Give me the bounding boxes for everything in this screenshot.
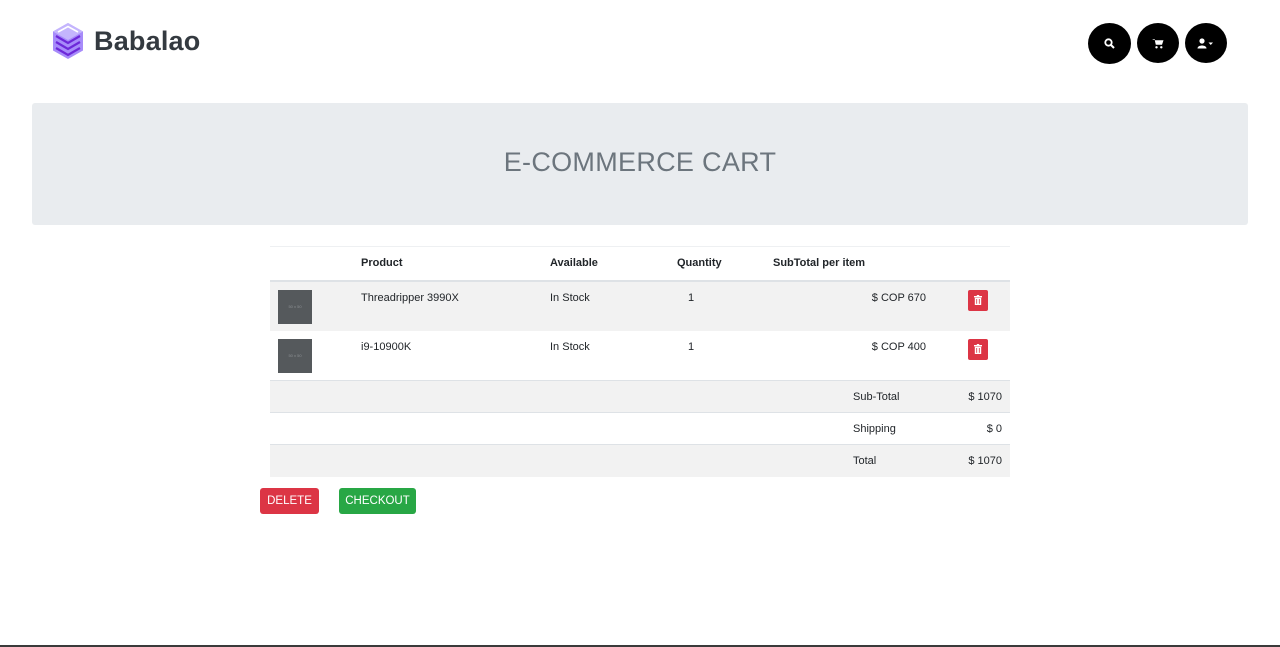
search-icon — [1104, 38, 1115, 49]
table-header-row: Product Available Quantity SubTotal per … — [270, 246, 1010, 281]
availability: In Stock — [550, 291, 590, 304]
product-thumbnail: 50 x 50 — [278, 338, 312, 373]
search-button[interactable] — [1088, 23, 1131, 64]
remove-item-button[interactable] — [968, 338, 988, 360]
total-value: $ 1070 — [968, 454, 1002, 467]
cart-actions: DELETE CHECKOUT — [260, 488, 416, 514]
subtotal-value: $ 1070 — [968, 390, 1002, 403]
table-row: 50 x 50 Threadripper 3990X In Stock 1 $ … — [270, 280, 1010, 331]
cart-table: Product Available Quantity SubTotal per … — [270, 246, 1010, 477]
header-available: Available — [550, 257, 598, 270]
shipping-label: Shipping — [853, 422, 896, 435]
shipping-row: Shipping $ 0 — [270, 412, 1010, 445]
quantity: 1 — [688, 340, 695, 353]
brand-logo-icon — [53, 23, 83, 59]
total-row: Total $ 1070 — [270, 444, 1010, 477]
item-subtotal: $ COP 400 — [871, 340, 926, 353]
quantity: 1 — [688, 291, 695, 304]
remove-item-button[interactable] — [968, 289, 988, 311]
shipping-value: $ 0 — [986, 422, 1002, 435]
item-subtotal: $ COP 670 — [871, 291, 926, 304]
header-action — [926, 247, 1010, 281]
navbar: Babalao — [0, 0, 1280, 85]
user-menu-button[interactable] — [1185, 23, 1227, 63]
subtotal-label: Sub-Total — [853, 390, 900, 403]
header-subtotal: SubTotal per item — [773, 257, 866, 270]
subtotal-row: Sub-Total $ 1070 — [270, 380, 1010, 413]
table-row: 50 x 50 i9-10900K In Stock 1 $ COP 400 — [270, 331, 1010, 381]
cart-table-container: Product Available Quantity SubTotal per … — [270, 246, 1010, 477]
trash-icon — [974, 295, 982, 305]
availability: In Stock — [550, 340, 590, 353]
checkout-button[interactable]: CHECKOUT — [339, 488, 416, 514]
header-image — [270, 247, 361, 281]
header-product: Product — [361, 257, 403, 270]
page-title: E-COMMERCE CART — [503, 146, 777, 177]
trash-icon — [974, 344, 982, 354]
total-label: Total — [853, 454, 877, 467]
header-quantity: Quantity — [677, 257, 722, 270]
cart-icon — [1152, 38, 1164, 48]
product-thumbnail: 50 x 50 — [278, 289, 312, 324]
nav-icon-group — [1088, 23, 1227, 64]
brand-name: Babalao — [94, 25, 201, 56]
brand[interactable]: Babalao — [52, 22, 200, 60]
product-name: Threadripper 3990X — [361, 291, 459, 304]
user-dropdown-icon — [1197, 37, 1213, 48]
product-name: i9-10900K — [361, 340, 412, 353]
delete-cart-button[interactable]: DELETE — [260, 488, 319, 514]
cart-button[interactable] — [1137, 23, 1179, 63]
page-banner: E-COMMERCE CART — [32, 103, 1248, 225]
